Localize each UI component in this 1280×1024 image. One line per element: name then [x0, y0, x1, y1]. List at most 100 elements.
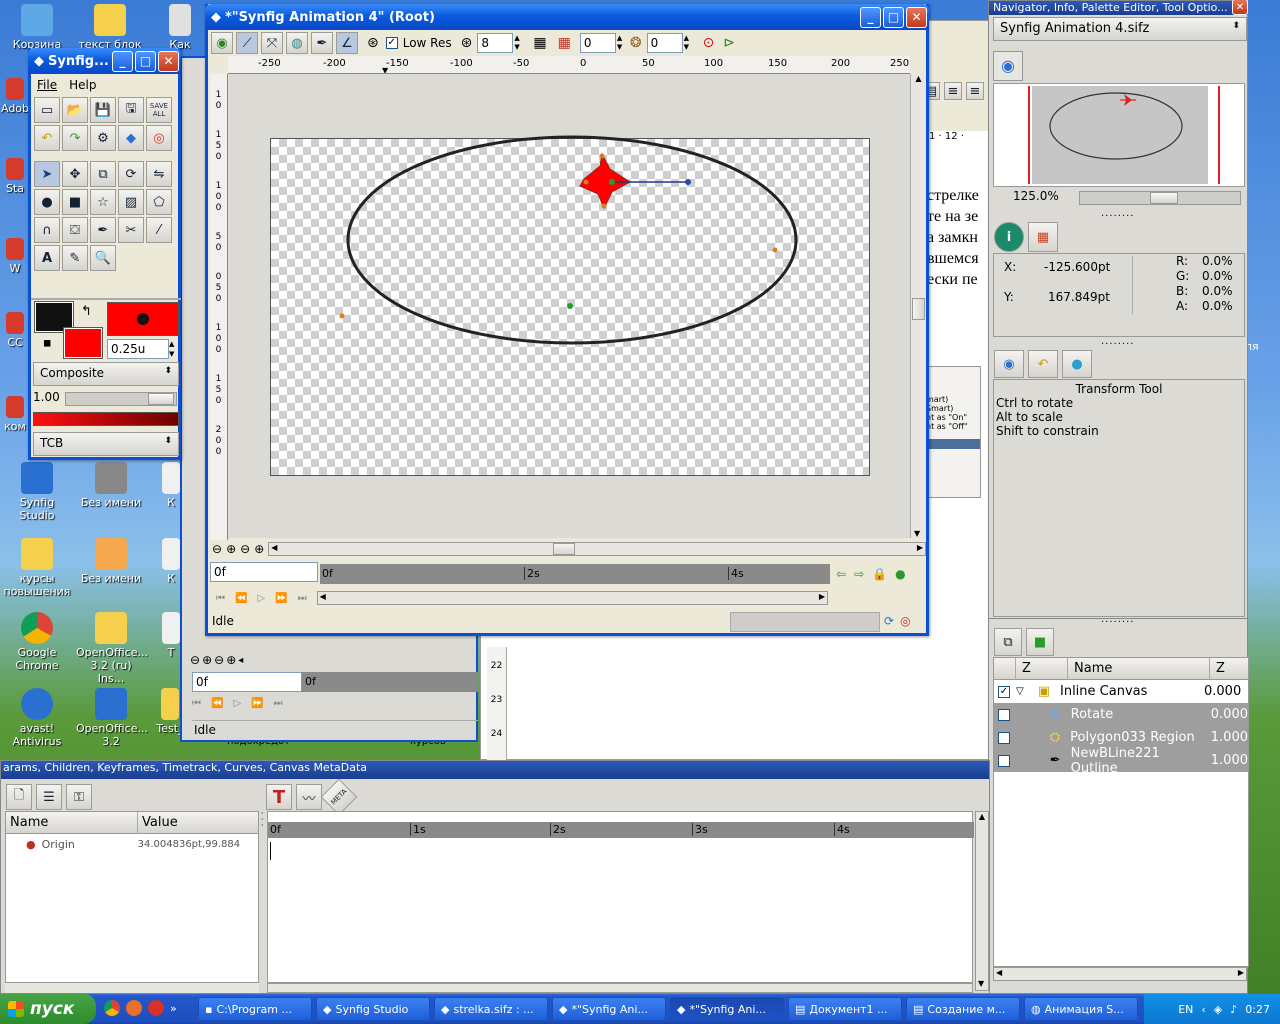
zoom-slider-handle[interactable] — [1150, 192, 1178, 204]
desktop-icon-text-block[interactable]: текст блок — [75, 4, 145, 51]
seek-end-icon[interactable]: ⏭ — [298, 593, 307, 604]
save-icon[interactable]: 💾 — [90, 97, 116, 123]
new-icon[interactable]: ▭ — [34, 97, 60, 123]
column-z-depth[interactable]: Z — [1210, 661, 1225, 676]
taskbar-item[interactable]: ◆ *"Synfig Ani... — [552, 997, 666, 1021]
desktop-icon-synfig[interactable]: Synfig Studio — [2, 462, 72, 522]
layer-visibility-checkbox[interactable]: ✓ — [998, 708, 1010, 721]
scroll-right-icon[interactable]: ▶ — [1238, 968, 1244, 977]
timebar[interactable]: 0f 2s 4s — [320, 564, 830, 584]
rotate-tool-icon[interactable]: ⟳ — [118, 161, 144, 187]
firefox-icon[interactable] — [126, 1000, 142, 1016]
params-tab-icon[interactable]: 🗋 — [6, 784, 32, 810]
column-name[interactable]: Name — [1068, 658, 1210, 680]
keyframes-tab-icon[interactable]: ⚿ — [66, 784, 92, 810]
vertex-duck-bottom[interactable] — [601, 203, 607, 209]
zoom-fit-icon[interactable]: ⊖ — [214, 653, 224, 667]
sketch-tool-icon[interactable]: ✎ — [62, 245, 88, 271]
chrome-icon[interactable] — [104, 1000, 120, 1016]
canvas-select[interactable]: Synfig Animation 4.sifz ⬍ — [993, 17, 1247, 41]
layer-row[interactable]: ✓ ✒ NewBLine221 Outline 1.000 — [994, 746, 1248, 776]
scroll-up-icon[interactable]: ▲ — [911, 74, 926, 83]
info-icon[interactable]: i — [994, 222, 1024, 252]
desktop-icon-chrome[interactable]: Google Chrome — [2, 612, 72, 672]
more-icon[interactable]: » — [170, 1002, 177, 1015]
scroll-right-icon[interactable]: ▶ — [917, 543, 923, 552]
param-row[interactable]: ● Origin 34.004836pt,99.884 — [6, 834, 258, 854]
hscroll-thumb[interactable] — [553, 543, 576, 555]
scroll-down-icon[interactable]: ▼ — [914, 529, 920, 538]
zoom-100-icon[interactable]: ⊕ — [254, 542, 264, 556]
column-z[interactable]: Z — [1016, 658, 1068, 680]
draw-tool-icon[interactable]: ✒ — [90, 217, 116, 243]
text-tool-icon[interactable]: A — [34, 245, 60, 271]
onion-past-field[interactable]: 0 — [579, 33, 616, 53]
maximize-button[interactable]: □ — [135, 50, 156, 72]
layer-row[interactable]: ✓ ▽ ▣ Inline Canvas 0.000 — [994, 680, 1248, 703]
curves-tab-icon[interactable]: 〰 — [296, 784, 322, 810]
polygon-tool-icon[interactable]: ⬠ — [146, 189, 172, 215]
brush-width-field[interactable]: 0.25u — [107, 339, 169, 359]
brush-preview[interactable] — [107, 302, 179, 336]
palette-icon[interactable]: ▦ — [1028, 222, 1058, 252]
time-field[interactable]: 0f — [210, 562, 318, 582]
desktop-icon-openoffice[interactable]: OpenOffice... 3.2 — [76, 688, 148, 748]
show-grid-icon[interactable]: ▦ — [533, 35, 546, 51]
layer-visibility-checkbox[interactable]: ✓ — [998, 731, 1010, 744]
column-param-value[interactable]: Value — [138, 815, 178, 830]
amount-slider-handle[interactable] — [148, 393, 174, 405]
circle-tool-icon[interactable]: ● — [34, 189, 60, 215]
back-timebar[interactable]: 0f — [302, 672, 478, 692]
scale-tool-icon[interactable]: ⧉ — [90, 161, 116, 187]
seek-next-icon[interactable]: ⏩ — [251, 698, 263, 714]
play-icon[interactable]: ▷ — [233, 698, 241, 714]
taskbar-item[interactable]: ◆ Synfig Studio — [316, 997, 430, 1021]
metadata-tab-icon[interactable]: META — [320, 778, 358, 816]
desktop-icon-sta[interactable]: Sta — [0, 158, 30, 195]
canvas-viewport[interactable] — [228, 74, 910, 538]
seek-prev-icon[interactable]: ⏪ — [211, 698, 223, 714]
transform-tool-icon[interactable]: ➤ — [34, 161, 60, 187]
scroll-up-icon[interactable]: ▲ — [976, 812, 988, 821]
origin-duck[interactable] — [567, 303, 573, 309]
preview-play-icon[interactable]: ⊳ — [723, 35, 735, 51]
tangent-duck[interactable] — [685, 179, 691, 185]
zoom-tool-icon[interactable]: 🔍 — [90, 245, 116, 271]
desktop-icon-openoffice-installer[interactable]: OpenOffice... 3.2 (ru) Ins... — [76, 612, 148, 685]
mirror-tool-icon[interactable]: ⇋ — [146, 161, 172, 187]
seek-end-icon[interactable]: ⏭ — [274, 698, 283, 714]
align-center-icon[interactable]: ≡ — [966, 82, 984, 100]
toolbox-titlebar[interactable]: ◆ Synfig... _ □ ✕ — [28, 48, 181, 74]
vertex-duck-right[interactable] — [772, 247, 778, 253]
star-tool-icon[interactable]: ☆ — [90, 189, 116, 215]
eyedrop-tool-icon[interactable]: ⁄ — [146, 217, 172, 243]
refresh-icon[interactable]: ⟳ — [884, 614, 894, 628]
language-indicator[interactable]: EN — [1178, 1003, 1193, 1016]
transform-tool-icon[interactable]: ◉ — [994, 350, 1024, 378]
spline-tool-icon[interactable]: ∩ — [34, 217, 60, 243]
angle-ducks-icon[interactable]: ∠ — [336, 32, 358, 54]
children-tab-icon[interactable]: ☰ — [36, 784, 62, 810]
desktop-icon-recycle-bin[interactable]: Корзина — [2, 4, 72, 51]
fill-tool-icon[interactable]: ⛋ — [62, 217, 88, 243]
zoom-slider[interactable] — [1079, 191, 1241, 205]
quality-spinner-icon[interactable]: ▲ ▼ — [514, 34, 522, 52]
radius-ducks-icon[interactable]: ◍ — [286, 32, 308, 54]
scroll-left-icon[interactable]: ◀ — [996, 968, 1002, 977]
align-left-icon[interactable]: ≡ — [944, 82, 962, 100]
vscroll-thumb[interactable] — [912, 298, 925, 320]
refresh-icon[interactable]: ⊛ — [367, 35, 379, 51]
volume-icon[interactable]: ♪ — [1230, 1003, 1237, 1016]
prev-keyframe-icon[interactable]: ⇦ — [836, 567, 846, 581]
vertex-duck-back[interactable] — [583, 179, 589, 185]
undo-history-icon[interactable]: ↶ — [1028, 350, 1058, 378]
smooth-move-tool-icon[interactable]: ✥ — [62, 161, 88, 187]
zoom-100-icon[interactable]: ⊕ — [226, 653, 236, 667]
scroll-left-icon[interactable]: ◂ — [238, 655, 243, 666]
canvas-hscrollbar[interactable]: ◀ ▶ — [268, 542, 926, 556]
onion-skin-icon[interactable]: ❂ — [630, 35, 642, 51]
vertex-duck-left[interactable] — [339, 313, 345, 319]
layer-row[interactable]: ✓ ⟲ Rotate 0.000 — [994, 703, 1248, 726]
amount-slider[interactable] — [65, 392, 177, 406]
expander-icon[interactable]: ▽ — [1016, 686, 1024, 697]
